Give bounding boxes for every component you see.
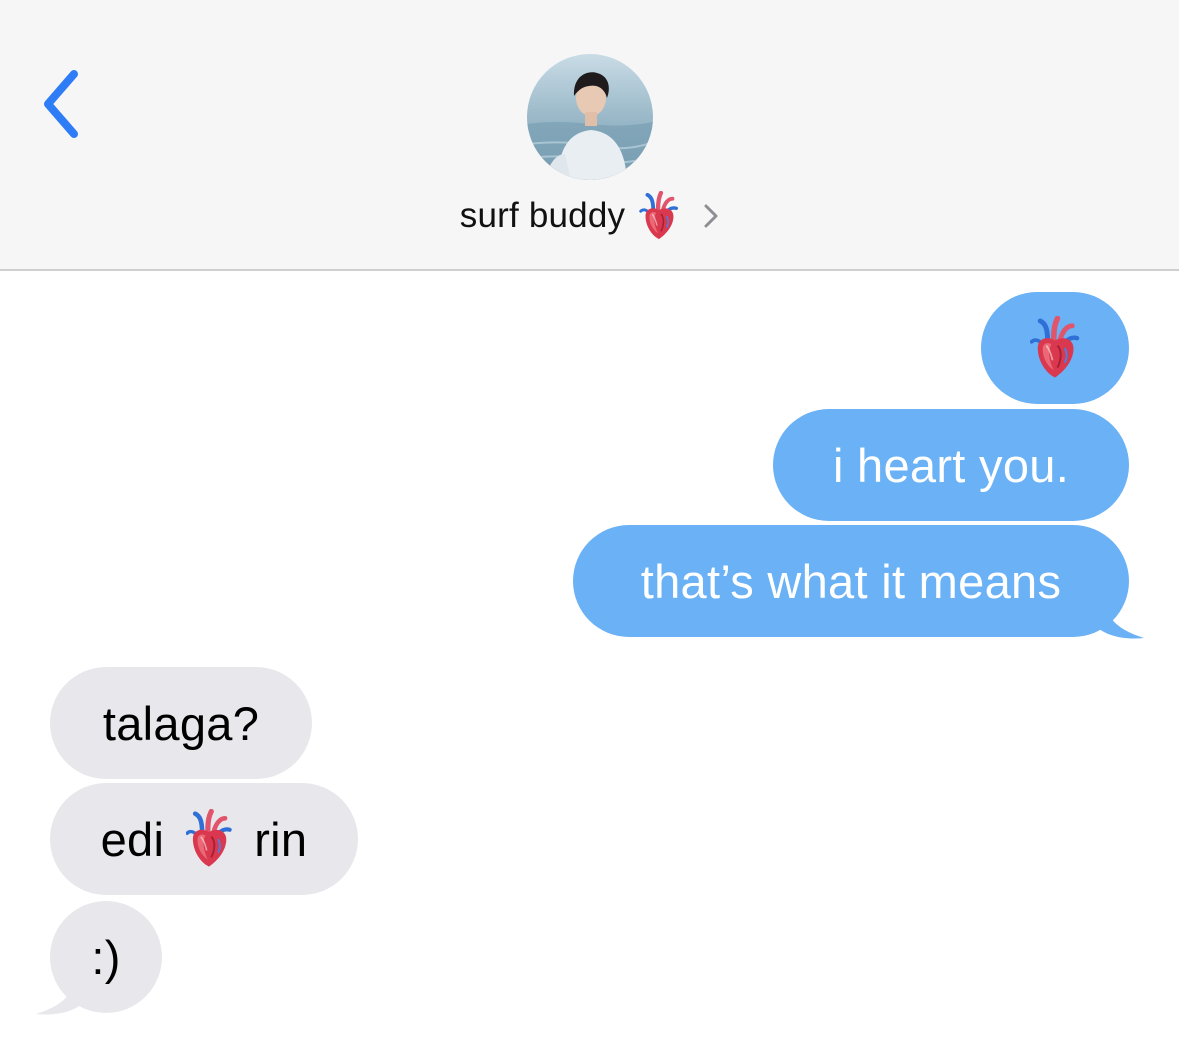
back-button[interactable]: [28, 62, 92, 146]
message-text: talaga?: [102, 696, 260, 750]
anatomical-heart-icon: [186, 809, 232, 869]
chevron-right-icon: [704, 204, 718, 228]
message-text: i heart you.: [832, 438, 1070, 492]
contact-info-row[interactable]: surf buddy: [0, 190, 1179, 242]
chevron-left-icon: [44, 70, 78, 138]
message-text-before: edi: [100, 812, 165, 866]
avatar-photo: [527, 54, 653, 180]
message-text-after: rin: [254, 812, 308, 866]
sent-bubble-tail: [1098, 596, 1144, 639]
anatomical-heart-icon: [1030, 316, 1080, 380]
sent-message-bubble[interactable]: that’s what it means: [573, 525, 1129, 637]
message-text: :): [91, 930, 121, 984]
messages-screen: surf buddy i heart you. that’s what it m…: [0, 0, 1179, 1046]
received-message-bubble[interactable]: edi rin: [50, 783, 358, 895]
anatomical-heart-icon: [639, 191, 679, 241]
message-text: that’s what it means: [640, 554, 1062, 608]
sent-message-bubble[interactable]: i heart you.: [773, 409, 1129, 521]
received-bubble-tail: [36, 972, 82, 1015]
conversation-header: surf buddy: [0, 0, 1179, 271]
received-message-bubble[interactable]: talaga?: [50, 667, 312, 779]
sent-message-bubble[interactable]: [981, 292, 1129, 404]
contact-name: surf buddy: [459, 196, 626, 235]
contact-avatar[interactable]: [527, 54, 653, 180]
